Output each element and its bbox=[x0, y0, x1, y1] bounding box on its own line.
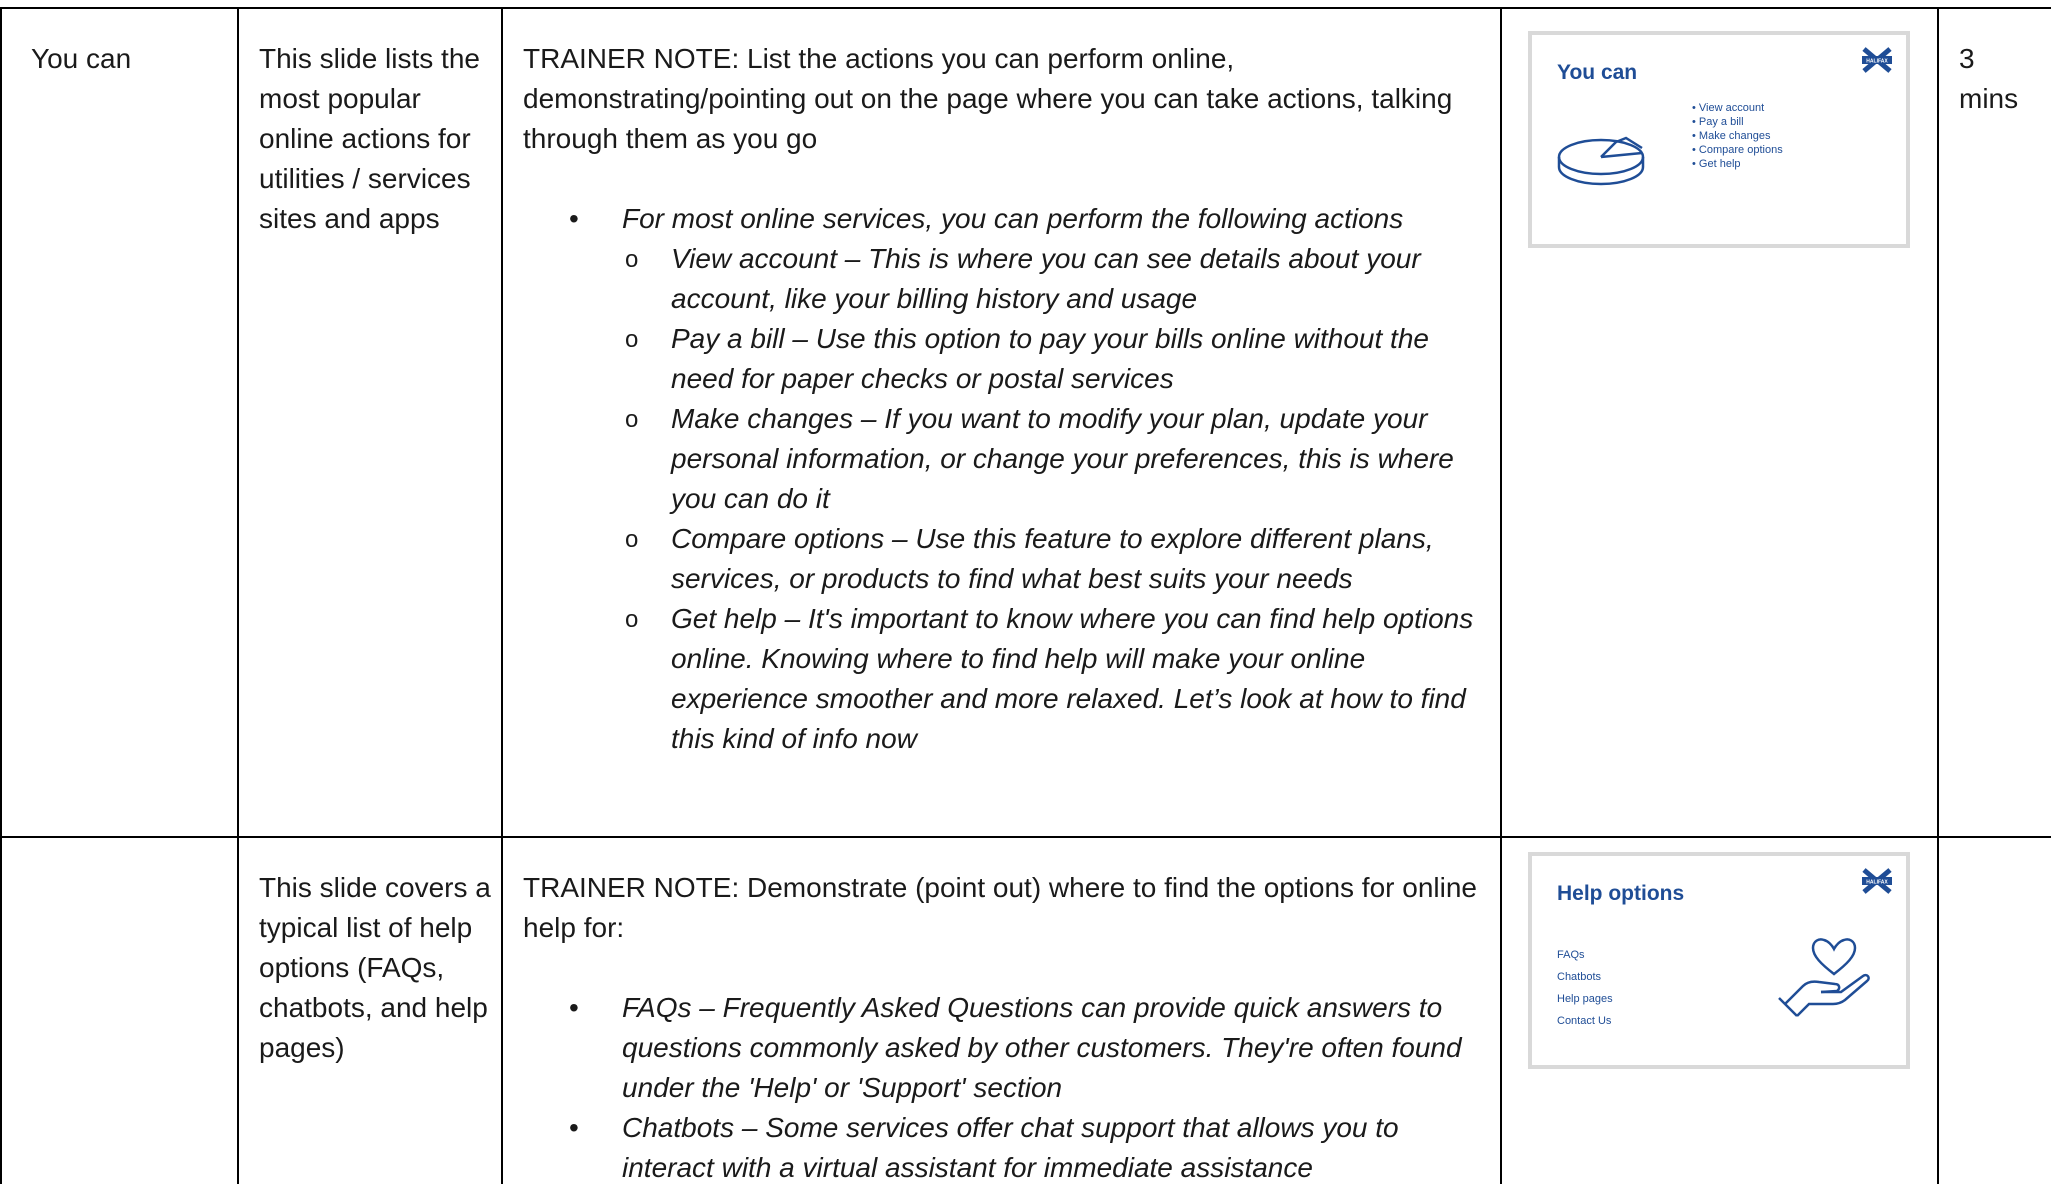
note-bullet-list: For most online services, you can perfor… bbox=[523, 199, 1490, 759]
note-sub-item: View account – This is where you can see… bbox=[622, 239, 1490, 319]
row-title: You can bbox=[31, 43, 132, 74]
slide-item: FAQs bbox=[1557, 949, 1585, 961]
slide-description: This slide lists the most popular online… bbox=[259, 43, 480, 234]
note-sub-list: View account – This is where you can see… bbox=[622, 239, 1490, 759]
logo-text: HALIFAX bbox=[1866, 880, 1888, 886]
slide-item: View account bbox=[1692, 101, 1783, 115]
note-bullet: Chatbots – Some services offer chat supp… bbox=[523, 1108, 1490, 1188]
slide-item: Pay a bill bbox=[1692, 115, 1783, 129]
slide-item-list: FAQs Chatbots Help pages Contact Us bbox=[1557, 944, 1613, 1032]
column-divider bbox=[1937, 7, 1939, 1184]
slide-item-list: View account Pay a bill Make changes Com… bbox=[1692, 101, 1783, 171]
table-row: You can This slide lists the most popula… bbox=[0, 7, 2051, 836]
duration: 3 mins bbox=[1939, 9, 2051, 119]
halifax-logo-icon: HALIFAX bbox=[1862, 868, 1892, 894]
note-sub-item: Make changes – If you want to modify you… bbox=[622, 399, 1490, 519]
trainer-note-intro: TRAINER NOTE: List the actions you can p… bbox=[523, 43, 1453, 154]
slide-title: Help options bbox=[1557, 882, 1685, 905]
slide-description: This slide covers a typical list of help… bbox=[259, 872, 491, 1063]
row-title bbox=[0, 838, 237, 868]
note-bullet: For most online services, you can perfor… bbox=[523, 199, 1490, 759]
slide-item: Help pages bbox=[1557, 993, 1613, 1005]
note-sub-item: Pay a bill – Use this option to pay your… bbox=[622, 319, 1490, 399]
slide-item: Get help bbox=[1692, 157, 1783, 171]
note-bullet: FAQs – Frequently Asked Questions can pr… bbox=[523, 988, 1490, 1108]
slide-item: Compare options bbox=[1692, 143, 1783, 157]
note-bullet-text: For most online services, you can perfor… bbox=[622, 203, 1404, 234]
note-bullet-list: FAQs – Frequently Asked Questions can pr… bbox=[523, 988, 1490, 1188]
duration-value: 3 bbox=[1959, 43, 1975, 74]
slide-item: Contact Us bbox=[1557, 1015, 1612, 1027]
table-row: This slide covers a typical list of help… bbox=[0, 836, 2051, 1184]
note-sub-item: Compare options – Use this feature to ex… bbox=[622, 519, 1490, 599]
pie-chart-icon bbox=[1557, 136, 1645, 186]
logo-text: HALIFAX bbox=[1866, 59, 1888, 65]
column-divider bbox=[501, 7, 503, 1184]
trainer-note: TRAINER NOTE: List the actions you can p… bbox=[503, 9, 1500, 759]
halifax-logo-icon: HALIFAX bbox=[1862, 47, 1892, 73]
column-divider bbox=[1500, 7, 1502, 1184]
slide-item: Make changes bbox=[1692, 129, 1783, 143]
duration bbox=[1939, 838, 2051, 868]
lesson-plan-table: You can This slide lists the most popula… bbox=[0, 7, 2051, 1184]
slide-item: Chatbots bbox=[1557, 971, 1602, 983]
trainer-note: TRAINER NOTE: Demonstrate (point out) wh… bbox=[503, 838, 1500, 1188]
heart-in-hand-icon bbox=[1778, 938, 1870, 1017]
slide-thumbnail: You can HALIFAX View account Pay a bill … bbox=[1528, 31, 1910, 248]
column-divider bbox=[237, 7, 239, 1184]
trainer-note-intro: TRAINER NOTE: Demonstrate (point out) wh… bbox=[523, 872, 1477, 943]
note-sub-item: Get help – It's important to know where … bbox=[622, 599, 1490, 759]
slide-thumbnail: Help options HALIFAX FAQs Chatbots Help … bbox=[1528, 852, 1910, 1069]
column-divider bbox=[0, 7, 2, 1184]
duration-unit: mins bbox=[1959, 83, 2019, 114]
slide-title: You can bbox=[1557, 61, 1638, 84]
